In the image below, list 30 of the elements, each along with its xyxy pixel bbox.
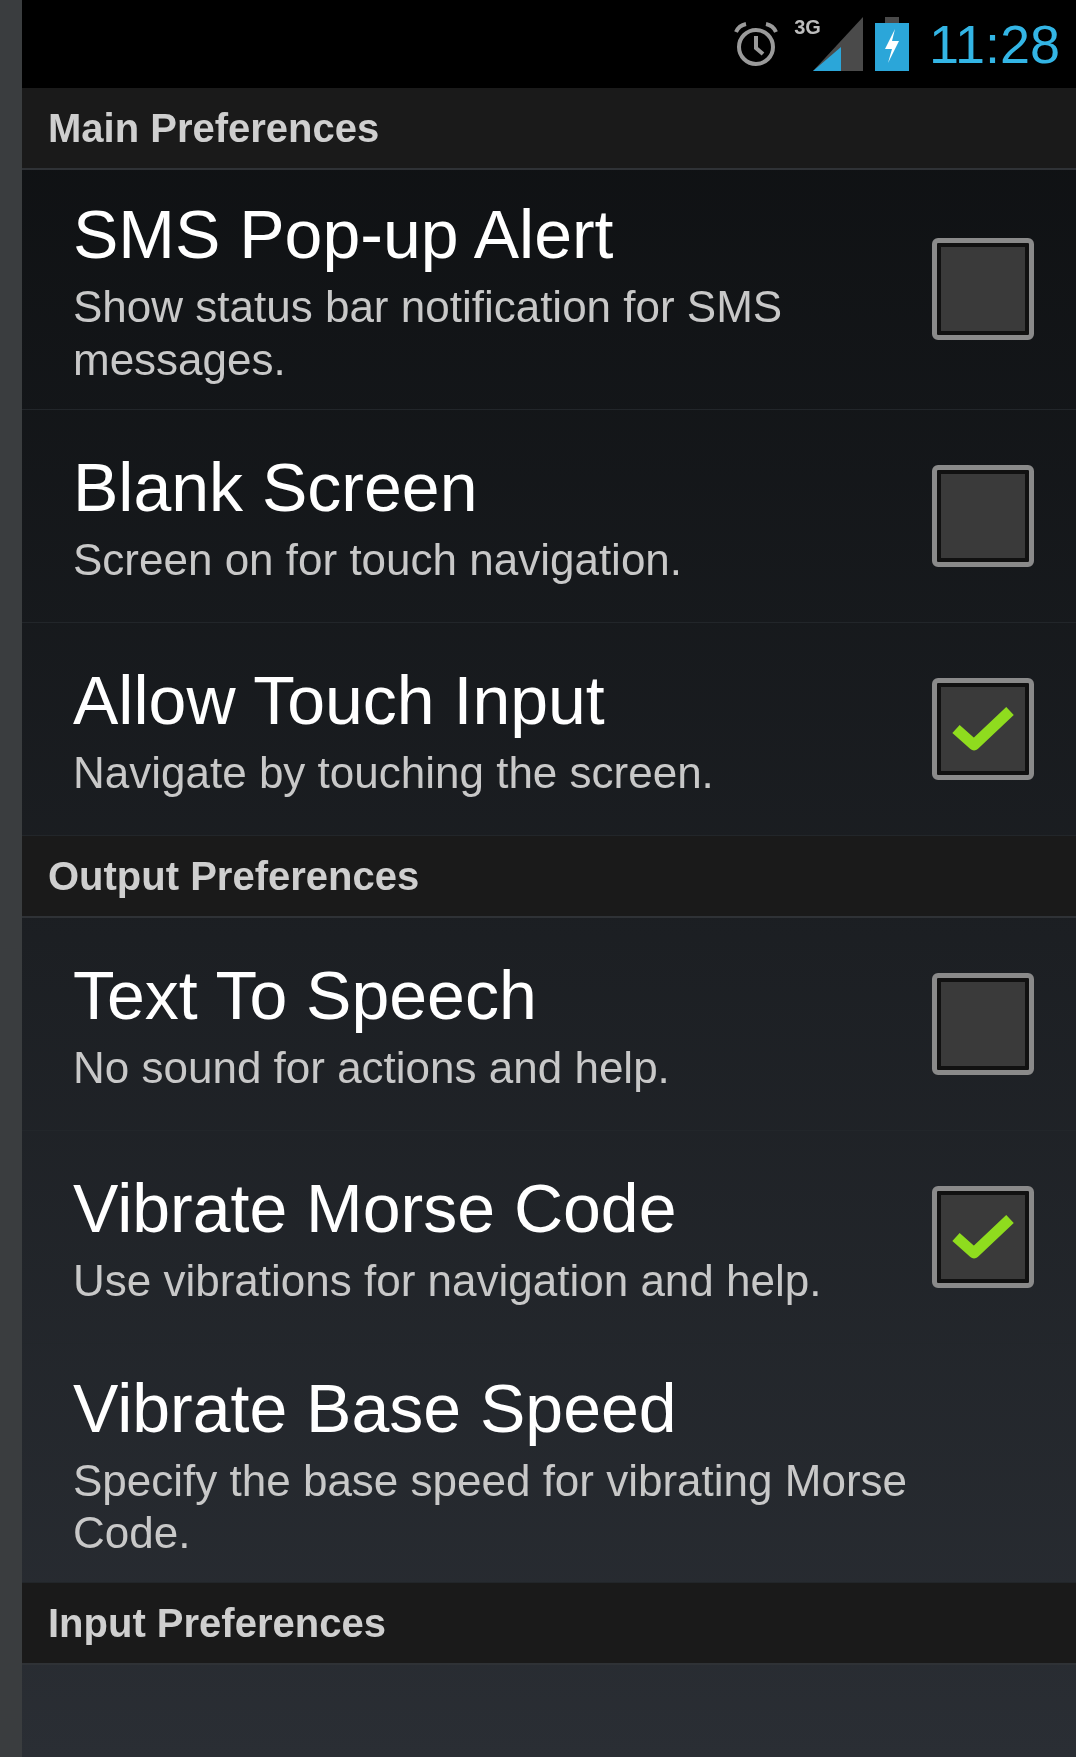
battery-charging-icon [874,17,909,71]
checkmark-icon [952,1212,1014,1261]
checkbox[interactable] [932,972,1034,1075]
preference-row[interactable]: Vibrate Morse Code Use vibrations for navigation and help. [22,1130,1076,1344]
checkbox[interactable] [932,677,1034,780]
preference-row[interactable]: SMS Pop-up Alert Show status bar notification for SMS messages. [22,170,1076,410]
preference-summary: Show status bar notification for SMS messages. [73,281,784,386]
preference-summary: Navigate by touching the screen. [73,746,715,799]
checkbox[interactable] [932,464,1034,567]
network-type-label: 3G [794,17,821,37]
preference-title: Blank Screen [73,447,479,527]
preference-row[interactable]: Allow Touch Input Navigate by touching the screen. [22,622,1076,836]
preference-summary: No sound for actions and help. [73,1041,671,1094]
preference-summary: Use vibrations for navigation and help. [73,1254,823,1307]
checkmark-icon [952,704,1014,753]
section-header: Output Preferences [48,852,420,900]
checkbox[interactable] [932,238,1034,341]
section-header: Main Preferences [48,105,380,152]
preference-title: Text To Speech [73,955,538,1035]
preference-title: SMS Pop-up Alert [73,195,615,274]
preference-row[interactable]: Blank Screen Screen on for touch navigation. [22,409,1076,623]
section-header: Input Preferences [48,1600,386,1648]
preference-summary: Specify the base speed for vibrating Morse Code. [73,1454,908,1560]
preference-title: Vibrate Base Speed [73,1368,678,1448]
preference-title: Allow Touch Input [73,660,606,740]
preference-summary: Screen on for touch navigation. [73,533,684,586]
clock-time: 11:28 [928,17,1060,71]
preference-row[interactable]: Text To Speech No sound for actions and help. [22,917,1076,1131]
checkbox[interactable] [932,1185,1034,1288]
preference-title: Vibrate Morse Code [73,1168,678,1248]
